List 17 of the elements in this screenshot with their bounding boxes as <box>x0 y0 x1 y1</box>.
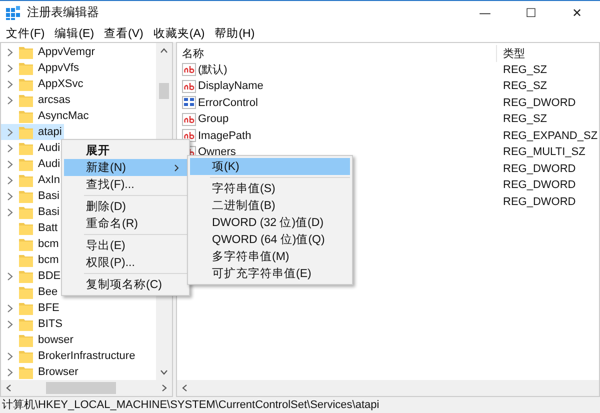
window-title: 注册表编辑器 <box>27 4 99 21</box>
value-name: Group <box>198 113 229 126</box>
value-name: DisplayName <box>198 80 264 92</box>
value-type: REG_DWORD <box>502 196 576 208</box>
value-type: REG_SZ <box>502 64 548 76</box>
value-name: (默认) <box>198 63 228 78</box>
status-bar: 计算机\HKEY_LOCAL_MACHINE\SYSTEM\CurrentControlSet\Services\atapi <box>0 397 600 413</box>
value-type: REG_SZ <box>502 113 548 126</box>
value-name: Owners <box>198 146 236 158</box>
value-type: REG_DWORD <box>502 179 576 192</box>
value-type: REG_DWORD <box>502 162 576 175</box>
value-name: ErrorControl <box>198 96 258 109</box>
value-type: REG_SZ <box>502 80 548 92</box>
value-type: REG_EXPAND_SZ <box>502 130 598 142</box>
value-type: REG_DWORD <box>502 96 576 109</box>
value-type: REG_MULTI_SZ <box>502 146 586 158</box>
value-name: ImagePath <box>198 130 252 142</box>
